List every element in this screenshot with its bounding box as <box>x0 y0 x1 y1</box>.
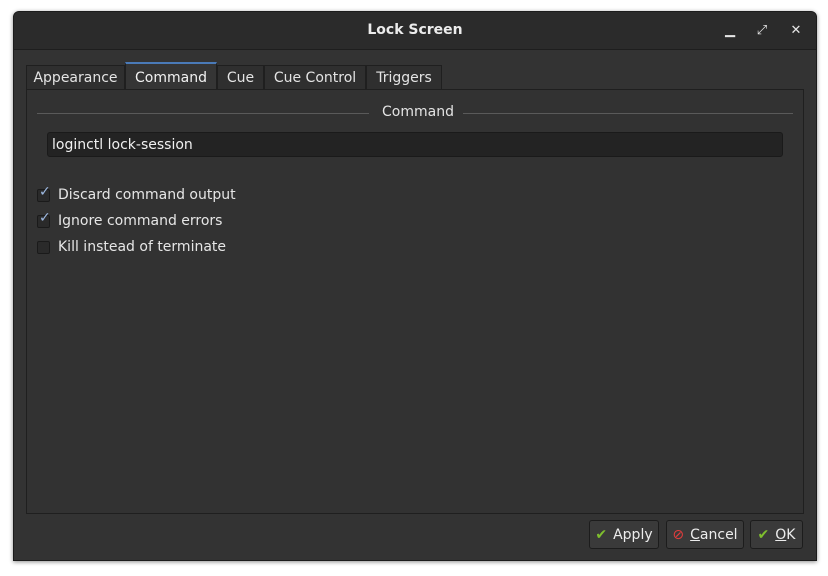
cancel-button[interactable]: ⊘ Cancel <box>666 520 744 549</box>
ok-button[interactable]: ✔ OK <box>750 520 803 549</box>
ignore-errors-checkbox[interactable]: ✓ Ignore command errors <box>37 211 222 231</box>
apply-button[interactable]: ✔ Apply <box>589 520 659 549</box>
checkbox-box[interactable] <box>37 240 50 254</box>
checkbox-box[interactable]: ✓ <box>37 211 51 228</box>
discard-output-checkbox[interactable]: ✓ Discard command output <box>37 185 236 205</box>
group-divider-left <box>37 113 369 114</box>
checkmark-icon: ✓ <box>39 209 51 226</box>
close-button[interactable]: ✕ <box>786 21 806 41</box>
tab-cue-control[interactable]: Cue Control <box>264 65 366 89</box>
checkmark-icon: ✓ <box>39 183 51 200</box>
minimize-button[interactable]: ▁ <box>720 21 740 41</box>
checkmark-icon: ✔ <box>595 526 608 543</box>
checkbox-box[interactable]: ✓ <box>37 185 51 202</box>
checkmark-icon: ✔ <box>757 526 770 543</box>
tab-panel-command: Command ✓ Discard command output ✓ Ignor… <box>26 89 804 514</box>
tab-cue[interactable]: Cue <box>217 65 264 89</box>
maximize-button[interactable]: ⤢ <box>752 21 772 41</box>
tab-appearance[interactable]: Appearance <box>26 65 125 89</box>
command-input[interactable] <box>47 132 783 157</box>
checkbox-label: Discard command output <box>58 187 236 203</box>
tab-command[interactable]: Command <box>125 62 217 90</box>
tab-triggers[interactable]: Triggers <box>366 65 442 89</box>
command-group-title: Command <box>382 104 454 120</box>
kill-instead-checkbox[interactable]: Kill instead of terminate <box>37 237 226 257</box>
dialog-window: Lock Screen ▁ ⤢ ✕ Appearance Command Cue… <box>13 11 817 561</box>
cancel-label: Cancel <box>690 526 738 543</box>
checkbox-label: Kill instead of terminate <box>58 239 227 255</box>
titlebar[interactable]: Lock Screen ▁ ⤢ ✕ <box>14 12 816 50</box>
cancel-icon: ⊘ <box>672 526 685 543</box>
window-title: Lock Screen <box>367 22 463 38</box>
checkbox-label: Ignore command errors <box>58 213 223 229</box>
group-divider-right <box>463 113 793 114</box>
apply-label: Apply <box>613 526 653 543</box>
ok-label: OK <box>775 526 796 543</box>
